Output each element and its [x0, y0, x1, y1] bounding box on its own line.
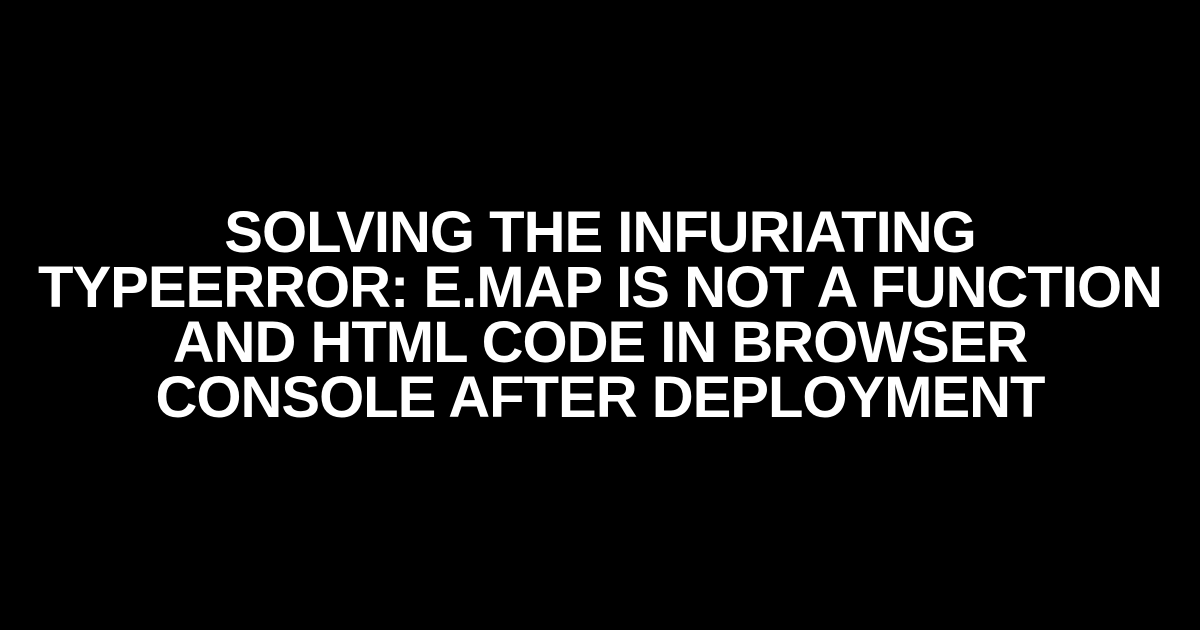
page-title: SOLVING THE INFURIATING TYPEERROR: E.MAP…: [35, 205, 1165, 425]
